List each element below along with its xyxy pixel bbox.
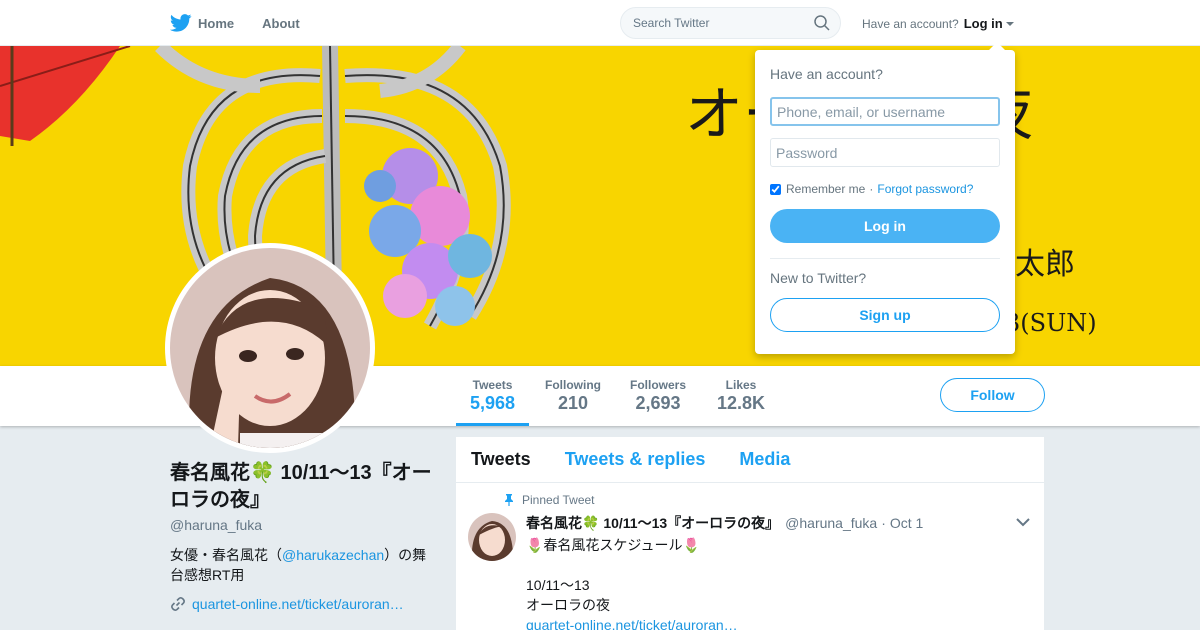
nav-about[interactable]: About [262, 16, 300, 31]
tweet-line-3: オーロラの夜 [526, 597, 610, 613]
tweet-line-2: 10/11〜13 [526, 577, 590, 593]
login-dropdown-title: Have an account? [770, 66, 883, 82]
stat-following-value: 210 [557, 393, 589, 413]
nav-home-label: Home [198, 15, 235, 31]
nav-left: Home About [170, 0, 328, 46]
tweet-author-handle[interactable]: @haruna_fuka [785, 515, 877, 531]
pinned-label-row: Pinned Tweet [504, 493, 1029, 507]
remember-separator: · [869, 182, 874, 196]
tweet-link[interactable]: quartet-online.net/ticket/auroran… [526, 615, 1029, 630]
stat-followers-label: Followers [630, 378, 687, 392]
nav-about-label: About [262, 15, 300, 31]
account-area: Have an account? Log in [862, 16, 1014, 31]
nav-home[interactable]: Home [170, 14, 234, 32]
caret-down-icon [1005, 21, 1014, 26]
profile-website-link[interactable]: quartet-online.net/ticket/auroran… [192, 596, 404, 612]
username-input[interactable] [770, 97, 1000, 126]
stat-likes-label: Likes [725, 378, 757, 392]
login-link-label: Log in [963, 16, 1003, 31]
profile-website: quartet-online.net/ticket/auroran… [170, 596, 440, 612]
tweet-avatar[interactable] [468, 513, 516, 561]
follow-button[interactable]: Follow [940, 378, 1045, 412]
search-box [620, 7, 841, 39]
remember-me-checkbox[interactable] [770, 183, 781, 195]
tab-tweets[interactable]: Tweets [471, 449, 531, 470]
stat-following[interactable]: Following 210 [545, 378, 601, 414]
stat-tweets-value: 5,968 [470, 393, 516, 413]
pin-icon [505, 494, 513, 506]
banner-date-right: 3(SUN) [1005, 309, 1097, 337]
tweet-author-name[interactable]: 春名風花🍀 10/11～13『オーロラの夜』 [526, 513, 779, 533]
password-input[interactable] [770, 138, 1000, 167]
twitter-bird-icon [170, 14, 192, 32]
profile-avatar[interactable] [165, 243, 375, 453]
umbrella-shape [0, 46, 120, 141]
account-prompt: Have an account? [862, 16, 959, 31]
stat-tweets-label: Tweets [472, 378, 513, 392]
bio-mention-link[interactable]: @harukazechan [282, 547, 384, 563]
stat-likes-value: 12.8K [717, 393, 766, 413]
stat-following-label: Following [545, 378, 601, 392]
remember-me-label: Remember me [786, 182, 866, 196]
tweet-text: 🌷春名風花スケジュール🌷 10/11〜13 オーロラの夜 quartet-onl… [526, 535, 1029, 630]
avatar-portrait [170, 248, 370, 448]
remember-row: Remember me · Forgot password? [770, 182, 1000, 196]
timeline: Tweets Tweets & replies Media Pinned Twe… [456, 437, 1044, 630]
stat-followers-value: 2,693 [635, 393, 681, 413]
timeline-tabs: Tweets Tweets & replies Media [456, 437, 1044, 483]
login-dropdown: Have an account? Remember me · Forgot pa… [755, 42, 1015, 354]
stat-likes[interactable]: Likes 12.8K [717, 378, 765, 414]
top-nav-bar: Home About Have an account? Log in [0, 0, 1200, 46]
hydrangea-flowers [364, 148, 492, 326]
chevron-down-icon[interactable] [1016, 517, 1030, 527]
dropdown-divider [770, 258, 1000, 259]
new-to-twitter-text: New to Twitter? [770, 270, 867, 286]
signup-button[interactable]: Sign up [770, 298, 1000, 332]
login-button[interactable]: Log in [770, 209, 1000, 243]
bio-text-pre: 女優・春名風花（ [170, 547, 282, 563]
tweet-dot: · [881, 515, 886, 531]
stat-followers[interactable]: Followers 2,693 [630, 378, 686, 414]
link-icon [171, 597, 185, 611]
tweet-avatar-portrait [468, 513, 516, 561]
profile-bio: 女優・春名風花（@harukazechan）の舞台感想RT用 [170, 545, 440, 585]
search-icon[interactable] [814, 15, 830, 31]
banner-author-right: 太郎 [1015, 247, 1075, 282]
login-dropdown-toggle[interactable]: Log in [964, 16, 1014, 31]
tweet-line-1: 🌷春名風花スケジュール🌷 [526, 537, 700, 553]
avatar-photo [170, 248, 370, 448]
profile-card: 春名風花🍀 10/11～13『オーロラの夜』 @haruna_fuka 女優・春… [170, 460, 440, 612]
tab-tweets-replies[interactable]: Tweets & replies [565, 449, 706, 470]
profile-name[interactable]: 春名風花🍀 10/11～13『オーロラの夜』 [170, 460, 440, 514]
tweet-date[interactable]: Oct 1 [890, 515, 923, 531]
tab-media[interactable]: Media [739, 449, 790, 470]
profile-handle[interactable]: @haruna_fuka [170, 517, 440, 533]
pinned-label: Pinned Tweet [522, 493, 595, 507]
search-input[interactable] [621, 8, 801, 38]
tweet-header: 春名風花🍀 10/11～13『オーロラの夜』 @haruna_fuka · Oc… [526, 513, 1029, 533]
forgot-password-link[interactable]: Forgot password? [877, 182, 973, 196]
pinned-tweet[interactable]: Pinned Tweet 春名風花🍀 10/11～13『オーロラの夜』 @har… [456, 483, 1044, 630]
stat-tweets[interactable]: Tweets 5,968 [455, 378, 530, 426]
